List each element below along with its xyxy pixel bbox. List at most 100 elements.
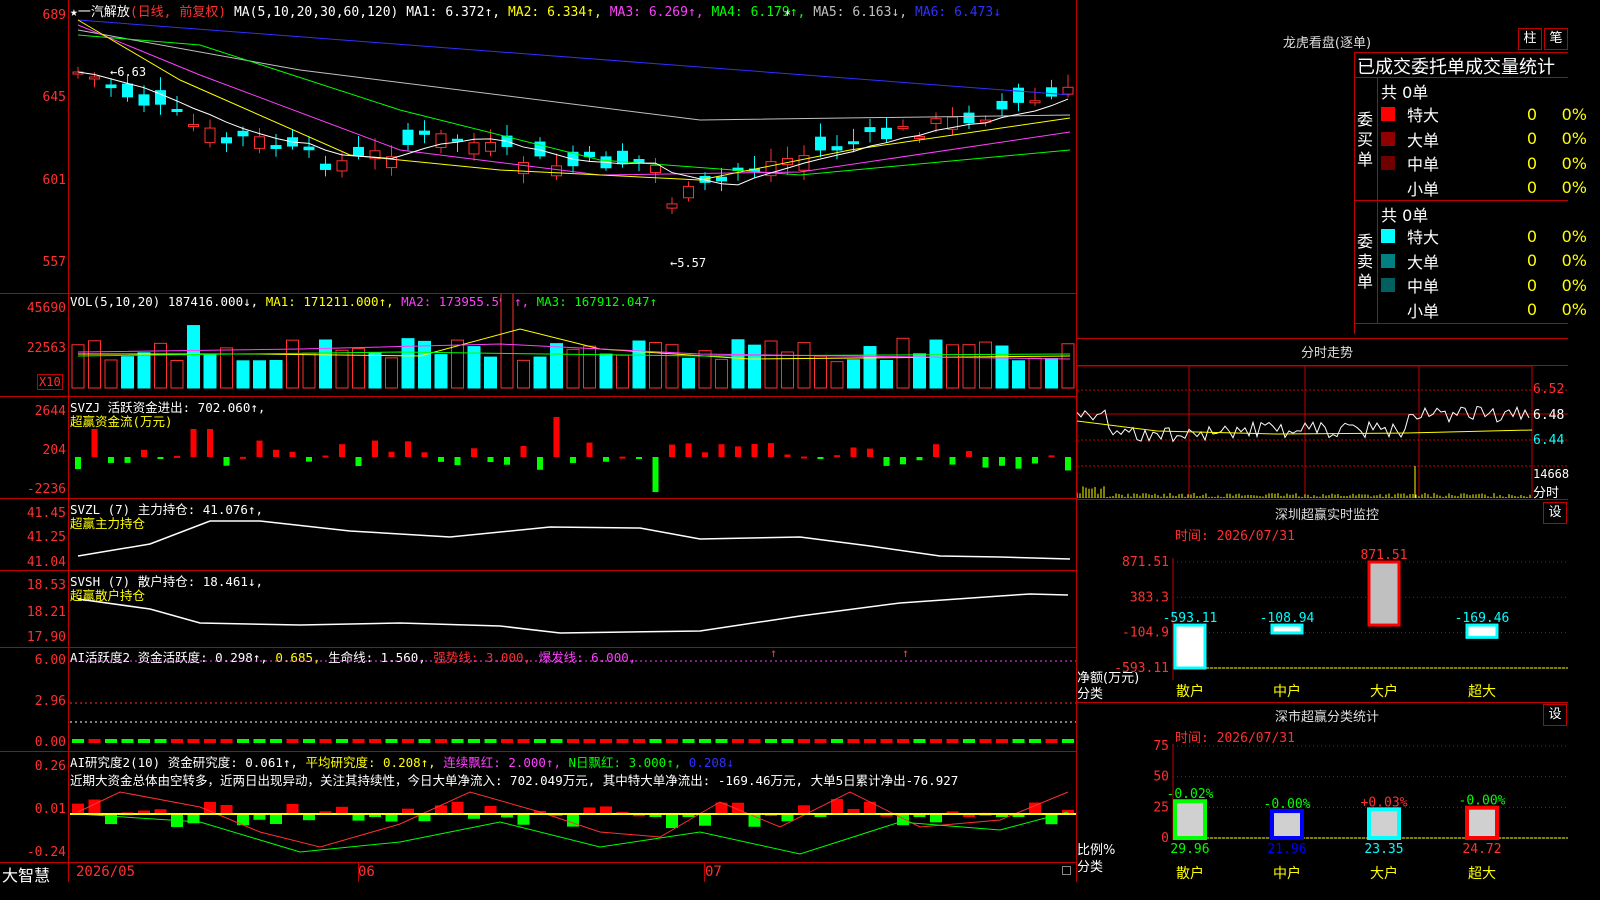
separator <box>1077 499 1568 500</box>
monitor-settings-button[interactable]: 设 <box>1543 502 1567 524</box>
fund-flow-bar <box>273 449 279 457</box>
fund-flow-bar <box>388 451 395 457</box>
monitor-chart[interactable]: 871.51383.3-104.9-593.11-593.11散户-108.94… <box>1077 540 1568 702</box>
activity-bar <box>600 739 612 743</box>
ai-activity-panel[interactable]: AI活跃度2 资金活跃度: 0.298↑, 0.685, 生命线: 1.560,… <box>0 648 1076 751</box>
candle-body <box>138 94 150 106</box>
volume-bar <box>566 348 580 389</box>
research-bar <box>336 806 348 814</box>
fund-flow-bar <box>306 457 312 462</box>
volume-bar <box>500 294 514 389</box>
monitor-xlabel: 分类 <box>1077 687 1104 702</box>
monitor-axis-label: 871.51 <box>1122 555 1169 570</box>
class-bar <box>1173 799 1207 840</box>
volume-bar <box>995 345 1009 389</box>
activity-bar <box>682 739 695 743</box>
order-type: 小单 <box>1407 179 1440 199</box>
volume-bar <box>137 352 151 389</box>
right-panel: 龙虎看盘(逐单) 柱 笔 已成交委托单成交量统计 委买单 委卖单 共 0单 共 … <box>1077 0 1587 882</box>
volume-panel[interactable]: VOL(5,10,20) 187416.000↓, MA1: 171211.00… <box>0 294 1076 396</box>
volume-bar <box>979 341 992 389</box>
monitor-bar <box>1270 623 1304 635</box>
fund-flow-bar <box>207 429 213 457</box>
monitor-category-label: 超大 <box>1468 684 1496 700</box>
svzl-panel[interactable]: SVZL (7) 主力持仓: 41.076↑, 超赢主力持仓 41.45 41.… <box>0 499 1076 570</box>
candlestick-chart[interactable]: * <box>0 0 1076 293</box>
fund-flow-bar <box>636 457 642 459</box>
fund-flow-bar <box>867 448 873 457</box>
activity-bar <box>616 739 629 743</box>
svsh-panel[interactable]: SVSH (7) 散户持仓: 18.461↓, 超赢散户持仓 18.53 18.… <box>0 571 1076 647</box>
candle-body <box>897 126 909 130</box>
fund-flow-bar <box>966 451 972 457</box>
fund-flow-bar <box>157 457 164 459</box>
activity-bar <box>847 739 860 743</box>
kline-panel[interactable]: ★一汽解放(日线, 前复权) MA(5,10,20,30,60,120) MA1… <box>0 0 1076 293</box>
volume-bar <box>649 342 662 389</box>
activity-bar <box>138 739 150 743</box>
class-category-label: 超大 <box>1468 866 1496 882</box>
ai-research-chart[interactable] <box>0 752 1076 862</box>
candle-body <box>881 127 892 140</box>
fund-flow-bar <box>124 457 131 463</box>
fund-flow-bar <box>1032 457 1038 464</box>
ai-activity-chart[interactable]: ↑ ↑ <box>0 648 1076 751</box>
order-percent: 0% <box>1561 300 1587 319</box>
svzl-chart[interactable] <box>0 499 1076 570</box>
class-value-label: 21.96 <box>1267 842 1306 857</box>
volume-chart[interactable] <box>0 294 1076 396</box>
candle-body <box>171 109 183 113</box>
activity-bar <box>385 739 398 743</box>
activity-bar <box>517 739 530 743</box>
candle-body <box>188 124 199 128</box>
intraday-vol-label: 14668 <box>1533 467 1570 481</box>
fund-flow-bar <box>603 457 609 462</box>
monitor-category-label: 大户 <box>1370 683 1398 700</box>
lock-icon[interactable] <box>1062 866 1071 875</box>
fund-flow-bar <box>652 457 659 492</box>
class-change-label: +0.03% <box>1361 795 1408 810</box>
order-swatch <box>1381 302 1395 317</box>
bar-view-button[interactable]: 柱 <box>1518 28 1542 50</box>
candle-body <box>320 163 331 170</box>
retail-position-line <box>77 593 1069 634</box>
classification-chart[interactable]: 75 50 25 0 -0.02% 29.96 散户 -0.00% 21.96 中户 +0.03% 2… <box>1077 738 1568 882</box>
volume-bar <box>187 325 200 389</box>
svzj-panel[interactable]: SVZJ 活跃资金进出: 702.060↑, 超赢资金流(万元) 2644 20… <box>0 397 1076 498</box>
volume-bar <box>797 342 811 389</box>
fund-flow-bar <box>850 447 857 457</box>
ai-research-panel[interactable]: AI研究度2(10) 资金研究度: 0.061↑, 平均研究度: 0.208↑,… <box>0 752 1076 862</box>
activity-bar <box>946 739 959 743</box>
candle-body <box>105 84 117 89</box>
activity-bar <box>963 739 975 743</box>
order-percent: 0% <box>1561 178 1587 197</box>
candle-body <box>864 127 876 133</box>
order-table-divider <box>1354 78 1355 334</box>
class-bar <box>1270 809 1304 840</box>
activity-bar <box>1062 739 1074 743</box>
activity-bar <box>765 739 777 743</box>
activity-bar <box>699 739 711 743</box>
tick-view-button[interactable]: 笔 <box>1544 28 1568 50</box>
activity-bar <box>105 739 117 743</box>
order-type: 特大 <box>1407 228 1440 247</box>
activity-bar <box>402 739 414 743</box>
svzj-chart[interactable] <box>0 397 1076 498</box>
order-table-divider <box>1354 323 1568 324</box>
fund-flow-bar <box>256 440 263 457</box>
research-bar <box>385 814 398 822</box>
order-row: 小单 0 0% <box>1381 176 1587 200</box>
fund-flow-bar <box>1048 455 1055 458</box>
fund-flow-bar <box>702 452 708 457</box>
classification-settings-button[interactable]: 设 <box>1543 704 1567 726</box>
order-count: 0 <box>1526 178 1537 197</box>
candle-body <box>1062 86 1074 95</box>
activity-bar <box>666 739 678 743</box>
svsh-chart[interactable] <box>0 571 1076 647</box>
volume-bar <box>830 361 844 389</box>
intraday-chart[interactable] <box>1077 366 1568 498</box>
activity-bar <box>220 739 233 743</box>
activity-bar <box>253 739 266 743</box>
candle-body <box>237 130 249 137</box>
classification-xlabel: 分类 <box>1077 860 1104 875</box>
